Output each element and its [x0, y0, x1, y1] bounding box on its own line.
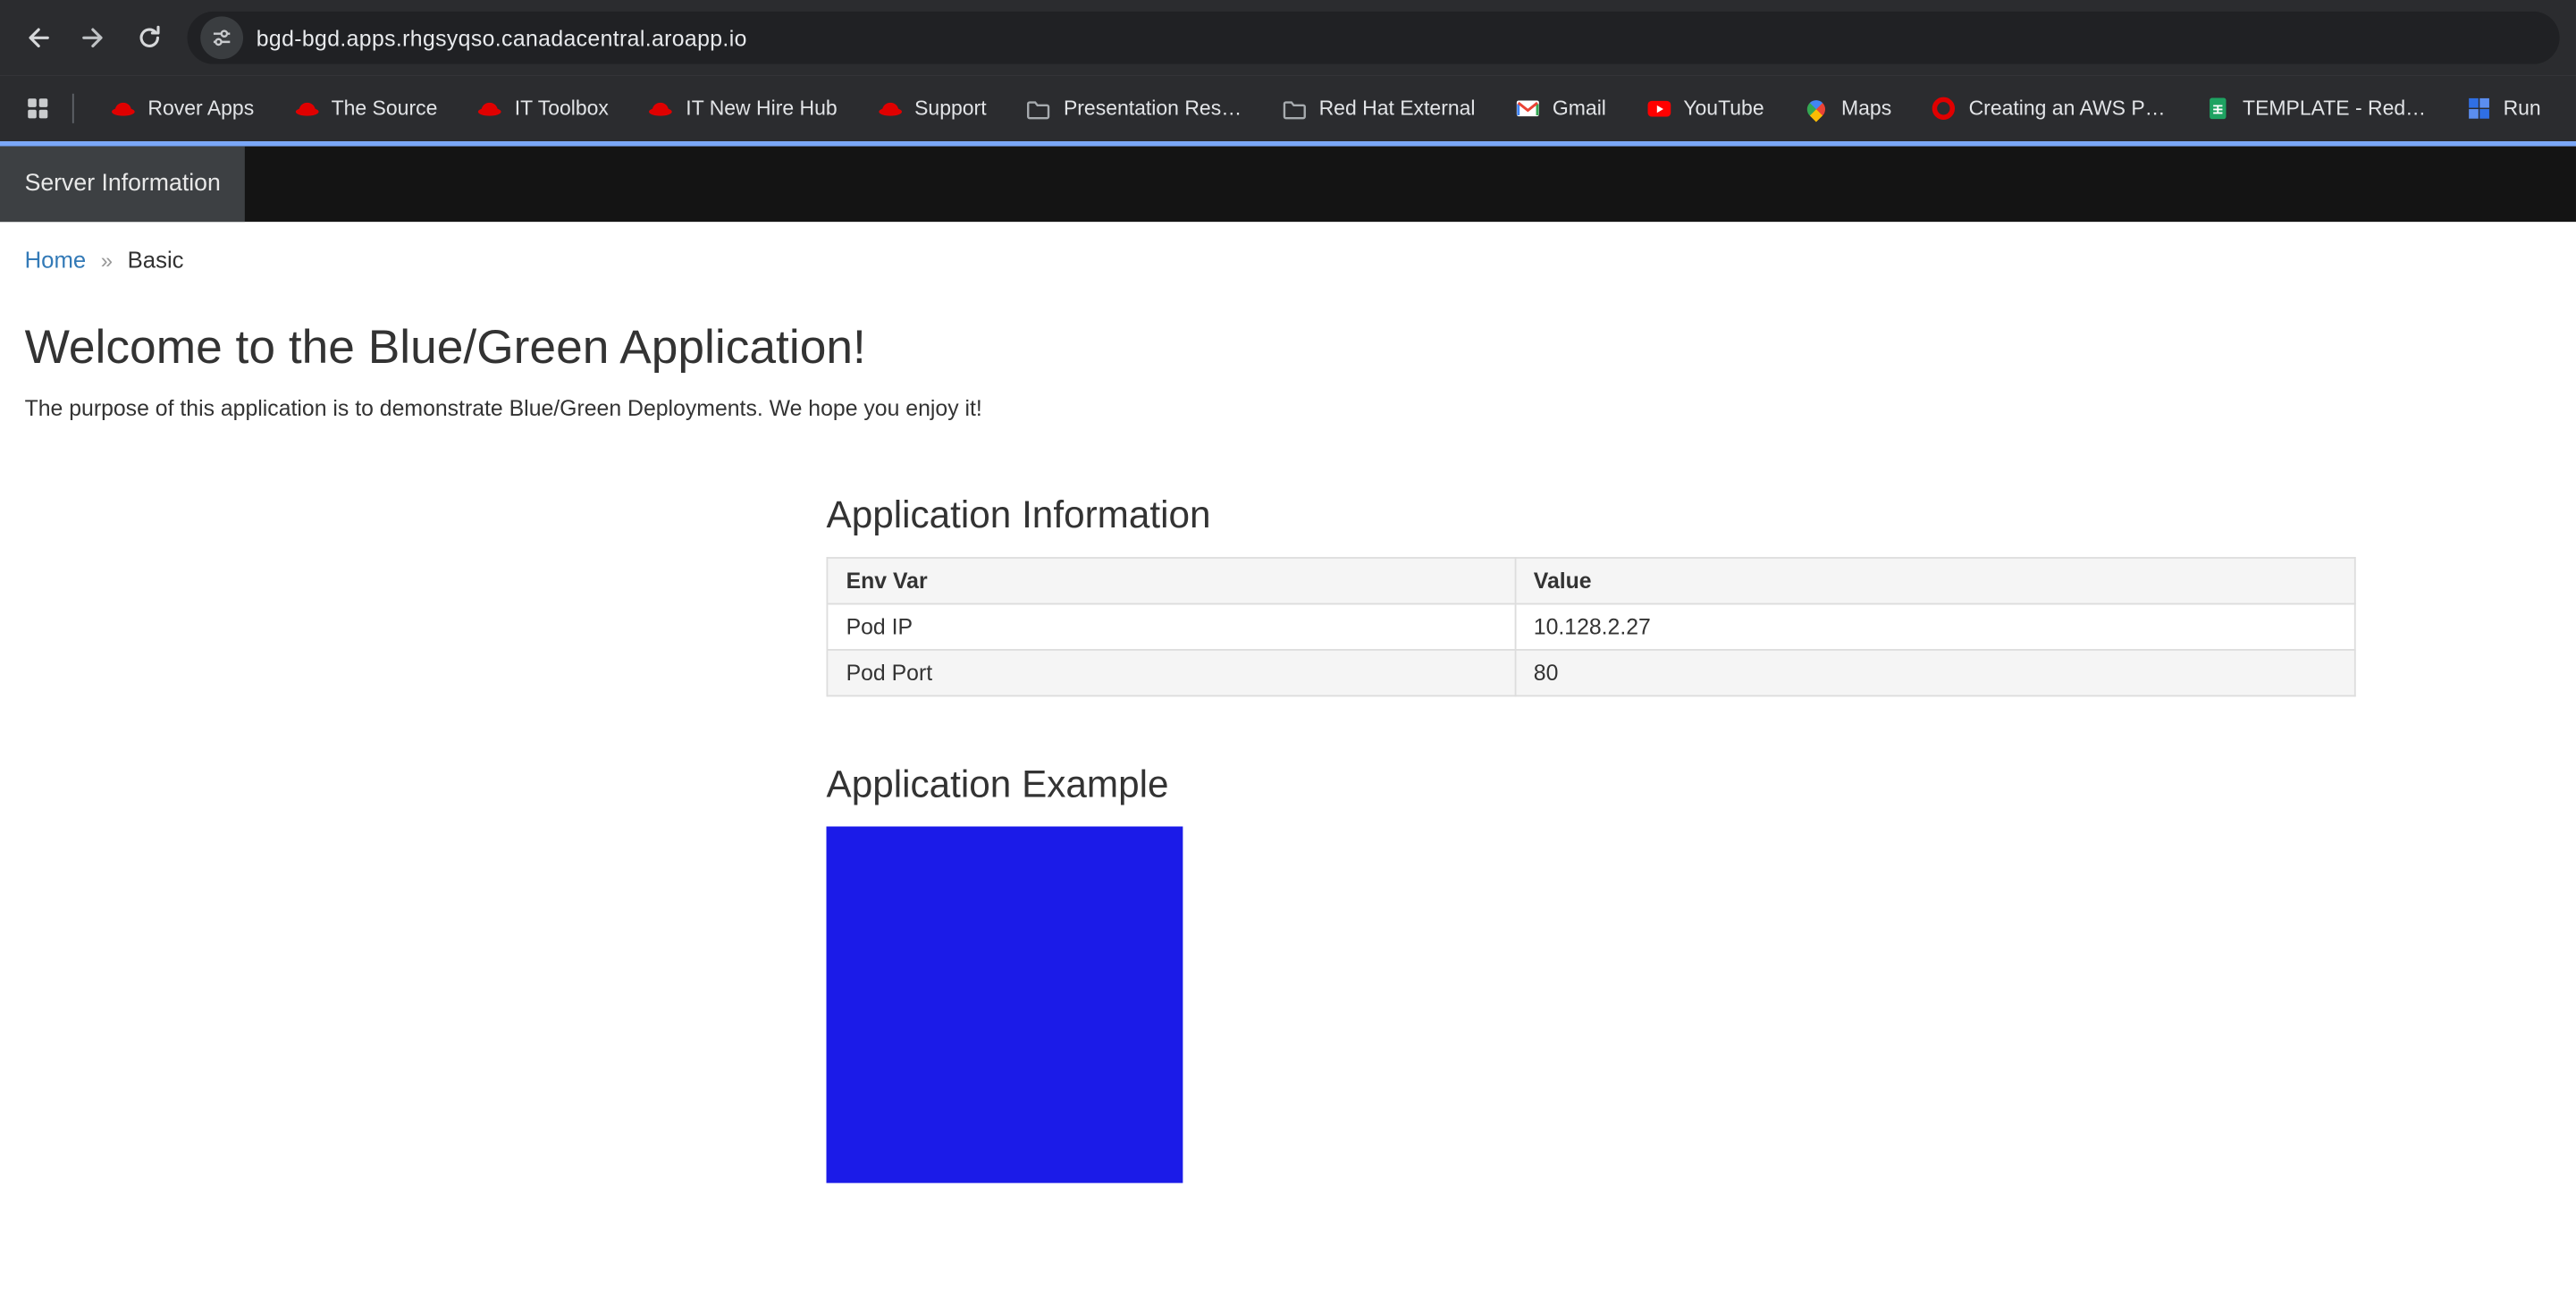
apps-grid-icon	[25, 96, 51, 122]
bookmarks-bar: Rover Apps The Source IT Toolbox IT New …	[0, 76, 2576, 142]
bookmark-label: Rover Apps	[147, 97, 254, 120]
url-bar[interactable]: bgd-bgd.apps.rhgsyqso.canadacentral.aroa…	[188, 12, 2560, 64]
bookmark-presentation-resources[interactable]: Presentation Res…	[1006, 86, 1262, 131]
env-var-table: Env Var Value Pod IP 10.128.2.27 Pod Por…	[827, 557, 2356, 696]
reload-icon	[135, 23, 164, 53]
redhat-icon	[877, 96, 903, 122]
reload-button[interactable]	[122, 10, 177, 65]
site-settings-button[interactable]	[200, 16, 243, 59]
breadcrumb-current: Basic	[128, 247, 184, 273]
table-row: Pod Port 80	[827, 650, 2354, 695]
bookmark-gmail[interactable]: Gmail	[1495, 86, 1626, 131]
breadcrumb: Home » Basic	[25, 222, 2552, 286]
bookmark-run[interactable]: Run	[2446, 86, 2561, 131]
forward-button[interactable]	[66, 10, 122, 65]
bookmark-label: IT Toolbox	[515, 97, 609, 120]
bookmark-label: Creating an AWS P…	[1969, 97, 2166, 120]
bookmark-label: TEMPLATE - Red…	[2243, 97, 2426, 120]
bookmark-the-source[interactable]: The Source	[274, 86, 457, 131]
application-example-section: Application Example	[827, 763, 2356, 1184]
back-button[interactable]	[10, 10, 65, 65]
header-env-var: Env Var	[827, 558, 1514, 603]
table-header-row: Env Var Value	[827, 558, 2354, 603]
openshift-icon	[1931, 96, 1957, 122]
bookmark-red-hat-external[interactable]: Red Hat External	[1261, 86, 1494, 131]
redhat-icon	[110, 96, 136, 122]
back-arrow-icon	[23, 23, 53, 53]
page-content: Home » Basic Welcome to the Blue/Green A…	[0, 222, 2576, 1183]
breadcrumb-separator: »	[101, 248, 113, 273]
bookmark-creating-an-aws-p[interactable]: Creating an AWS P…	[1911, 86, 2185, 131]
blue-grid-icon	[2465, 96, 2491, 122]
bookmark-youtube[interactable]: YouTube	[1626, 86, 1784, 131]
app-example-box	[827, 827, 1183, 1184]
folder-icon	[1281, 96, 1307, 122]
bookmark-label: Maps	[1841, 97, 1891, 120]
application-information-section: Application Information Env Var Value Po…	[827, 493, 2356, 696]
youtube-icon	[1646, 96, 1671, 122]
bookmark-label: Presentation Res…	[1064, 97, 1242, 120]
bookmark-it-toolbox[interactable]: IT Toolbox	[457, 86, 628, 131]
bookmark-label: Run	[2504, 97, 2541, 120]
bookmark-label: Support	[914, 97, 986, 120]
bookmark-label: YouTube	[1683, 97, 1764, 120]
page-title: Welcome to the Blue/Green Application!	[25, 322, 2552, 376]
application-information-heading: Application Information	[827, 493, 2356, 537]
redhat-icon	[476, 96, 502, 122]
folder-icon	[1026, 96, 1052, 122]
bookmark-label: IT New Hire Hub	[686, 97, 837, 120]
bookmark-it-new-hire-hub[interactable]: IT New Hire Hub	[628, 86, 857, 131]
application-example-heading: Application Example	[827, 763, 2356, 807]
cell-env-var: Pod IP	[827, 603, 1514, 649]
page-intro: The purpose of this application is to de…	[25, 396, 2552, 421]
maps-pin-icon	[1804, 96, 1830, 122]
url-text: bgd-bgd.apps.rhgsyqso.canadacentral.aroa…	[257, 25, 747, 50]
screen: bgd-bgd.apps.rhgsyqso.canadacentral.aroa…	[0, 0, 2576, 1298]
site-navbar: Server Information	[0, 147, 2576, 223]
bookmark-label: Red Hat External	[1319, 97, 1476, 120]
bookmark-template-red[interactable]: TEMPLATE - Red…	[2185, 86, 2446, 131]
gmail-icon	[1515, 96, 1541, 122]
cell-value: 80	[1515, 650, 2355, 695]
redhat-icon	[648, 96, 674, 122]
bookmark-label: The Source	[332, 97, 438, 120]
sheets-icon	[2205, 96, 2231, 122]
table-row: Pod IP 10.128.2.27	[827, 603, 2354, 649]
browser-toolbar: bgd-bgd.apps.rhgsyqso.canadacentral.aroa…	[0, 0, 2576, 76]
bookmark-label: Gmail	[1553, 97, 1606, 120]
bookmark-maps[interactable]: Maps	[1784, 86, 1912, 131]
breadcrumb-home-link[interactable]: Home	[25, 247, 87, 273]
bookmarks-divider	[72, 94, 74, 123]
forward-arrow-icon	[79, 23, 108, 53]
bookmark-support[interactable]: Support	[857, 86, 1006, 131]
cell-env-var: Pod Port	[827, 650, 1514, 695]
redhat-icon	[293, 96, 319, 122]
tune-icon	[210, 26, 233, 49]
cell-value: 10.128.2.27	[1515, 603, 2355, 649]
bookmark-rover-apps[interactable]: Rover Apps	[90, 86, 274, 131]
tab-server-information[interactable]: Server Information	[0, 147, 245, 223]
header-value: Value	[1515, 558, 2355, 603]
apps-grid-button[interactable]	[13, 84, 63, 133]
